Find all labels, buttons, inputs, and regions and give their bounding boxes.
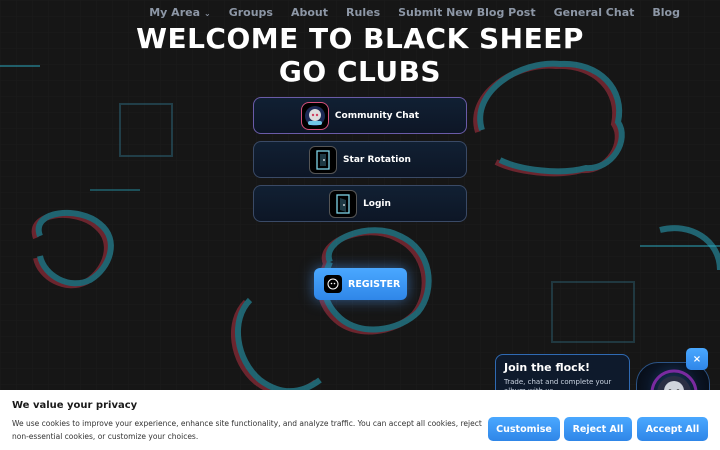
join-flock-title: Join the flock! — [504, 361, 591, 374]
nav-my-area[interactable]: My Area ⌄ — [149, 6, 210, 19]
community-chat-label: Community Chat — [334, 110, 420, 121]
nav-blog[interactable]: Blog — [652, 6, 680, 19]
nav-general-chat[interactable]: General Chat — [554, 6, 635, 19]
reject-all-button[interactable]: Reject All — [564, 417, 632, 441]
customise-button[interactable]: Customise — [488, 417, 560, 441]
cookie-text: We use cookies to improve your experienc… — [12, 419, 482, 441]
sheep-head-icon — [324, 275, 342, 293]
star-rotation-label: Star Rotation — [343, 154, 411, 165]
community-chat-button[interactable]: Community Chat — [253, 97, 467, 134]
cookie-title: We value your privacy — [12, 400, 138, 411]
nav-groups[interactable]: Groups — [229, 6, 273, 19]
login-label: Login — [363, 198, 391, 209]
nav-my-area-label: My Area — [149, 5, 201, 19]
accept-all-button[interactable]: Accept All — [637, 417, 708, 441]
chevron-down-icon: ⌄ — [204, 8, 211, 18]
nav-rules[interactable]: Rules — [346, 6, 380, 19]
star-rotation-button[interactable]: Star Rotation — [253, 141, 467, 178]
register-button[interactable]: REGISTER — [314, 268, 407, 300]
nav-about[interactable]: About — [291, 6, 328, 19]
register-label: REGISTER — [348, 278, 401, 290]
login-button[interactable]: Login — [253, 185, 467, 222]
door-icon — [329, 189, 358, 218]
page-title-line2: GO CLUBS — [278, 55, 442, 88]
page-title: WELCOME TO BLACK SHEEP GO CLUBS — [0, 22, 720, 88]
page-title-line1: WELCOME TO BLACK SHEEP — [136, 22, 584, 55]
top-nav: My Area ⌄ Groups About Rules Submit New B… — [149, 4, 680, 20]
close-popup-button[interactable]: × — [686, 348, 708, 370]
sheep-avatar-icon — [300, 101, 329, 130]
nav-submit-blog-post[interactable]: Submit New Blog Post — [398, 6, 535, 19]
door-icon — [309, 145, 338, 174]
